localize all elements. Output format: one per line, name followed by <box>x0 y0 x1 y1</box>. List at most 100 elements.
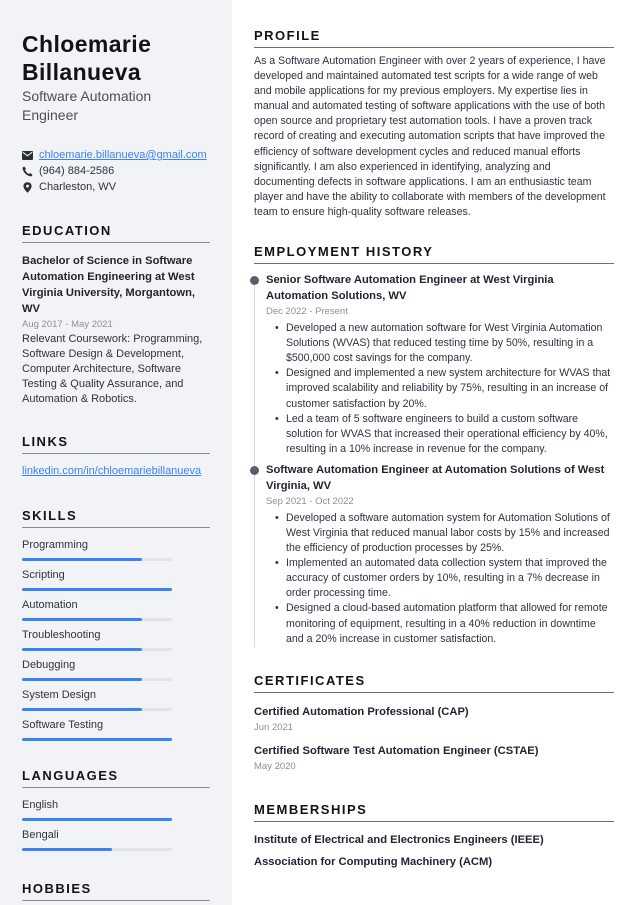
job-bullet: Implemented an automated data collection… <box>266 556 614 601</box>
location-text: Charleston, WV <box>39 181 117 193</box>
contact-location: Charleston, WV <box>22 179 210 195</box>
language-item: Bengali <box>22 828 210 851</box>
education-coursework: Relevant Coursework: Programming, Softwa… <box>22 333 203 405</box>
certificate-item: Certified Automation Professional (CAP) J… <box>254 704 614 735</box>
job-bullets: Developed a new automation software for … <box>266 321 614 457</box>
profile-section: PROFILE As a Software Automation Enginee… <box>254 28 614 220</box>
skill-item: Software Testing <box>22 718 210 741</box>
education-heading: EDUCATION <box>22 223 210 243</box>
skills-list: Programming Scripting Automation Troublesho… <box>22 538 210 741</box>
level-bar-track <box>22 708 172 711</box>
email-link[interactable]: chloemarie.billanueva@gmail.com <box>39 147 207 163</box>
skill-item: Troubleshooting <box>22 628 210 651</box>
level-bar-fill <box>22 678 142 681</box>
level-bar-fill <box>22 648 142 651</box>
contact-email: chloemarie.billanueva@gmail.com <box>22 147 210 163</box>
job-bullet: Designed a cloud-based automation platfo… <box>266 601 614 646</box>
candidate-title: Software Automation Engineer <box>22 88 152 123</box>
skills-section: SKILLS Programming Scripting Automation Tro… <box>22 508 210 741</box>
skill-name: Automation <box>22 599 78 611</box>
job-bullet: Developed a new automation software for … <box>266 321 614 366</box>
level-bar-track <box>22 618 172 621</box>
certificate-name: Certified Automation Professional (CAP) <box>254 705 469 718</box>
skill-name: Programming <box>22 539 89 551</box>
links-heading: LINKS <box>22 434 210 454</box>
timeline-dot-icon <box>250 276 259 286</box>
job-dates: Dec 2022 - Present <box>266 306 348 318</box>
languages-section: LANGUAGES English Bengali <box>22 768 210 851</box>
level-bar-track <box>22 738 172 741</box>
link-item: linkedin.com/in/chloemariebillanueva <box>22 464 210 479</box>
level-bar-fill <box>22 848 112 851</box>
job-bullet: Designed and implemented a new system ar… <box>266 366 614 411</box>
skill-name: Debugging <box>22 659 76 671</box>
certificate-name: Certified Software Test Automation Engin… <box>254 744 539 757</box>
skill-item: Automation <box>22 598 210 621</box>
language-name: Bengali <box>22 829 59 841</box>
employment-timeline: Senior Software Automation Engineer at W… <box>250 272 614 647</box>
memberships-heading: MEMBERSHIPS <box>254 802 614 822</box>
main-content: PROFILE As a Software Automation Enginee… <box>250 28 614 892</box>
sidebar: Chloemarie Billanueva Software Automatio… <box>0 0 232 905</box>
level-bar-fill <box>22 708 142 711</box>
phone-icon <box>22 166 33 177</box>
envelope-icon <box>22 150 33 161</box>
level-bar-fill <box>22 738 172 741</box>
profile-text: As a Software Automation Engineer with o… <box>254 55 606 218</box>
level-bar-track <box>22 818 172 821</box>
level-bar-track <box>22 678 172 681</box>
skill-name: Scripting <box>22 569 65 581</box>
skills-heading: SKILLS <box>22 508 210 528</box>
certificates-heading: CERTIFICATES <box>254 673 614 693</box>
employment-section: EMPLOYMENT HISTORY Senior Software Autom… <box>250 244 614 647</box>
certificates-section: CERTIFICATES Certified Automation Profes… <box>254 673 614 774</box>
job-dates: Sep 2021 - Oct 2022 <box>266 495 354 507</box>
level-bar-fill <box>22 818 172 821</box>
phone-number: (964) 884-2586 <box>39 165 115 177</box>
level-bar-track <box>22 588 172 591</box>
level-bar-fill <box>22 558 142 561</box>
candidate-name: Chloemarie Billanueva <box>22 31 152 85</box>
hobbies-section: HOBBIES <box>22 881 210 901</box>
skill-item: Scripting <box>22 568 210 591</box>
skill-name: Software Testing <box>22 719 104 731</box>
level-bar-track <box>22 648 172 651</box>
education-dates: Aug 2017 - May 2021 <box>22 319 113 330</box>
education-degree: Bachelor of Science in Software Automati… <box>22 255 196 315</box>
job-title: Senior Software Automation Engineer at W… <box>266 274 554 303</box>
skill-name: Troubleshooting <box>22 629 101 641</box>
map-pin-icon <box>22 181 33 193</box>
hobbies-heading: HOBBIES <box>22 881 210 901</box>
languages-heading: LANGUAGES <box>22 768 210 788</box>
timeline-dot-icon <box>250 465 259 475</box>
education-section: EDUCATION Bachelor of Science in Softwar… <box>22 223 210 407</box>
job-bullet: Developed a software automation system f… <box>266 511 614 556</box>
skill-item: System Design <box>22 688 210 711</box>
certificate-item: Certified Software Test Automation Engin… <box>254 743 614 774</box>
membership-item: Institute of Electrical and Electronics … <box>254 833 544 846</box>
job-entry: Senior Software Automation Engineer at W… <box>250 272 614 457</box>
links-section: LINKS linkedin.com/in/chloemariebillanue… <box>22 434 210 479</box>
skill-item: Programming <box>22 538 210 561</box>
certificate-date: Jun 2021 <box>254 721 294 733</box>
skill-item: Debugging <box>22 658 210 681</box>
skill-name: System Design <box>22 689 96 701</box>
certificate-date: May 2020 <box>254 760 296 772</box>
contact-phone: (964) 884-2586 <box>22 163 210 179</box>
employment-heading: EMPLOYMENT HISTORY <box>254 244 614 265</box>
job-bullet: Led a team of 5 software engineers to bu… <box>266 412 614 457</box>
memberships-section: MEMBERSHIPS Institute of Electrical and … <box>254 802 614 870</box>
job-bullets: Developed a software automation system f… <box>266 511 614 647</box>
contact-info: chloemarie.billanueva@gmail.com (964) 88… <box>22 147 210 195</box>
level-bar-track <box>22 558 172 561</box>
languages-list: English Bengali <box>22 798 210 851</box>
level-bar-track <box>22 848 172 851</box>
language-item: English <box>22 798 210 821</box>
profile-heading: PROFILE <box>254 28 614 48</box>
level-bar-fill <box>22 618 142 621</box>
job-entry: Software Automation Engineer at Automati… <box>250 462 614 647</box>
job-title: Software Automation Engineer at Automati… <box>266 463 605 492</box>
linkedin-link[interactable]: linkedin.com/in/chloemariebillanueva <box>22 465 201 477</box>
membership-item: Association for Computing Machinery (ACM… <box>254 855 493 868</box>
language-name: English <box>22 799 59 811</box>
